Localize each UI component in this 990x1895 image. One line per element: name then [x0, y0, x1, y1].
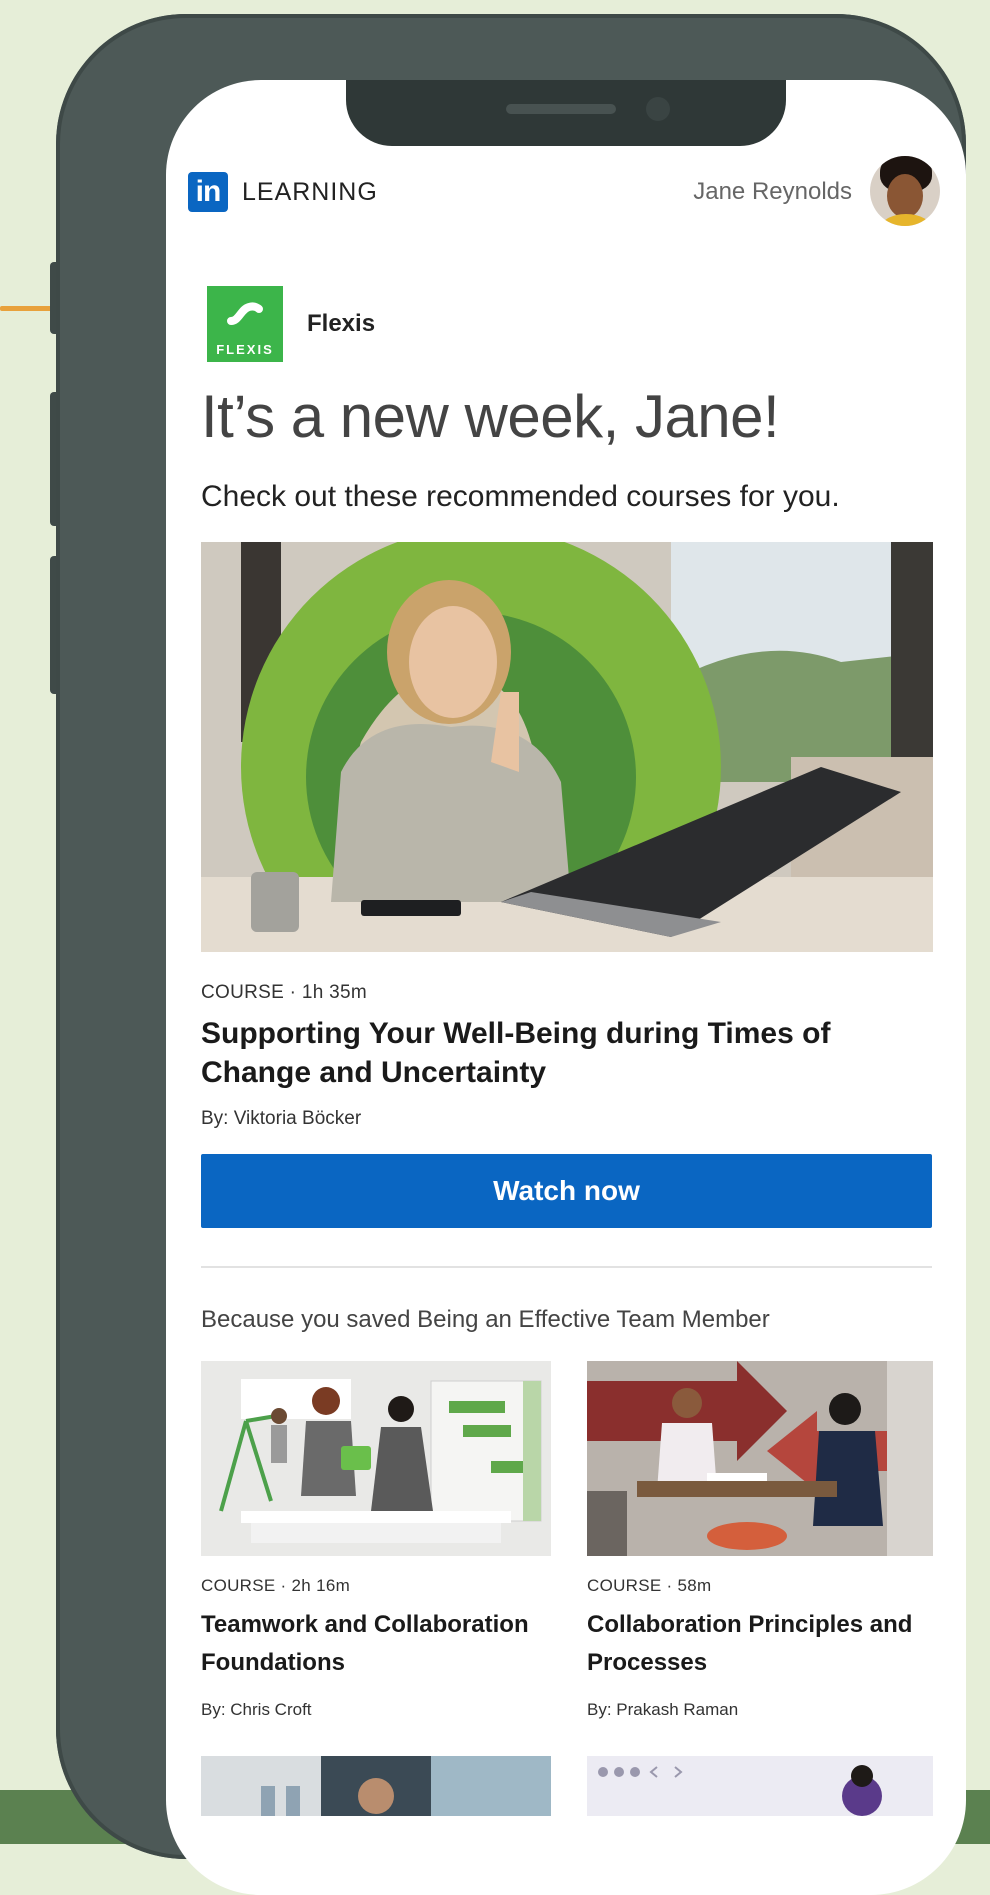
- product-label: LEARNING: [242, 177, 378, 206]
- featured-course-illustration: [201, 542, 933, 952]
- partial-course-illustration: [261, 1756, 551, 1816]
- course-thumbnail-teamwork[interactable]: [201, 1361, 551, 1556]
- flexis-logo-icon: FLEXIS: [207, 286, 283, 362]
- greeting-subline: Check out these recommended courses for …: [201, 480, 840, 513]
- course-thumbnail-partial[interactable]: [201, 1756, 551, 1816]
- phone-notch: [346, 80, 786, 146]
- speaker-grille: [506, 104, 616, 114]
- recommendation-heading: Because you saved Being an Effective Tea…: [201, 1306, 770, 1333]
- course-author: By: Prakash Raman: [587, 1700, 739, 1719]
- featured-course-author: By: Viktoria Böcker: [201, 1108, 362, 1129]
- course-thumbnail-collaboration[interactable]: [587, 1361, 933, 1556]
- collaboration-illustration: [587, 1361, 933, 1556]
- flexis-logo-word: FLEXIS: [216, 342, 274, 357]
- featured-course-title[interactable]: Supporting Your Well-Being during Times …: [201, 1014, 901, 1092]
- course-meta: COURSE · 58m: [587, 1576, 712, 1595]
- phone-frame: in LEARNING Jane Reynolds FLEXIS Flexis …: [56, 14, 966, 1895]
- course-title[interactable]: Teamwork and Collaboration Foundations: [201, 1606, 551, 1682]
- avatar-face: [887, 174, 923, 218]
- avatar[interactable]: [870, 156, 940, 226]
- flexis-mark-icon: [227, 302, 263, 325]
- course-meta: COURSE · 2h 16m: [201, 1576, 351, 1595]
- avatar-shirt: [880, 214, 932, 226]
- partial-course-illustration: [598, 1765, 882, 1816]
- featured-course-thumbnail[interactable]: [201, 542, 933, 952]
- front-camera: [646, 97, 670, 121]
- course-thumbnail-partial[interactable]: [587, 1756, 933, 1816]
- course-author: By: Chris Croft: [201, 1700, 312, 1719]
- featured-course-meta: COURSE · 1h 35m: [201, 982, 368, 1003]
- phone-screen: in LEARNING Jane Reynolds FLEXIS Flexis …: [166, 80, 966, 1895]
- linkedin-learning-brand[interactable]: in LEARNING: [188, 172, 378, 212]
- watch-now-button[interactable]: Watch now: [201, 1154, 932, 1228]
- organization-block: FLEXIS Flexis: [207, 286, 375, 362]
- greeting-headline: It’s a new week, Jane!: [201, 383, 780, 450]
- linkedin-logo-icon: in: [188, 172, 228, 212]
- section-divider: [201, 1266, 932, 1268]
- course-title[interactable]: Collaboration Principles and Processes: [587, 1606, 937, 1682]
- organization-name: Flexis: [307, 310, 376, 337]
- user-name[interactable]: Jane Reynolds: [693, 178, 852, 206]
- teamwork-illustration: [201, 1361, 551, 1556]
